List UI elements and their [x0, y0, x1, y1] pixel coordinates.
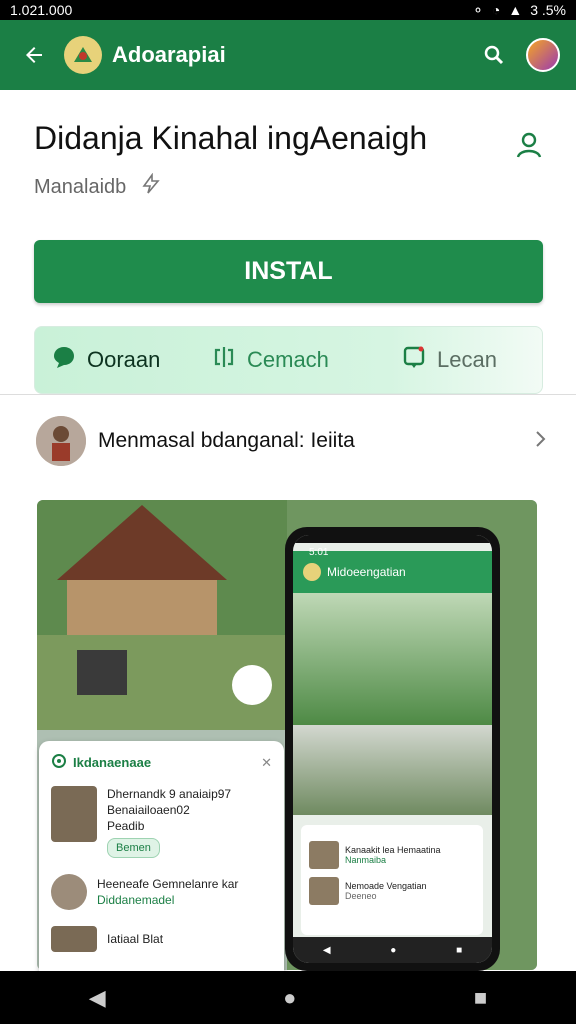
phone-frame-icon: [401, 344, 427, 376]
app-logo-icon: [64, 36, 102, 74]
phone-screen: 5:01 Midoeengatian Kanaakit lea Hemaatin…: [293, 535, 492, 963]
item-subtitle: Diddanemadel: [97, 893, 175, 907]
phone-back-icon: ◀: [322, 944, 331, 956]
developer-avatar: [36, 416, 86, 466]
list-item[interactable]: Heeneafe Gemnelanre kar Diddanemadel: [51, 874, 272, 910]
chevron-right-icon[interactable]: [530, 429, 550, 454]
thumbnail: [51, 926, 97, 952]
signal-icon: ▲: [508, 2, 523, 18]
chat-bubble-icon: [51, 344, 77, 376]
person-icon[interactable]: [512, 128, 546, 162]
phone-image: [293, 593, 492, 725]
item-title: Iatiaal Blat: [107, 932, 164, 946]
tab-lecan[interactable]: Lecan: [371, 344, 526, 376]
item-subtitle: Benaiailoaen02: [107, 803, 190, 817]
tab-label: Lecan: [437, 347, 497, 372]
nav-recents-icon[interactable]: ■: [474, 985, 487, 1011]
thumbnail: [309, 841, 339, 869]
phone-row-title: Kanaakit lea Hemaatina: [345, 845, 441, 855]
install-button[interactable]: INSTAL: [34, 240, 543, 303]
phone-row-sub: Deeneo: [345, 891, 377, 901]
developer-row[interactable]: Menmasal bdanganal: Ieiita: [36, 414, 550, 468]
bluetooth-icon: ⚬: [472, 1, 484, 18]
phone-image-2: [293, 725, 492, 815]
status-icons: ⚬ ◔ ▲ 3 .5%: [472, 2, 566, 19]
system-nav-bar: ◀ ● ■: [0, 971, 576, 1024]
tab-cemach[interactable]: Cemach: [191, 344, 371, 376]
phone-recents-icon: ■: [456, 944, 463, 956]
app-subtitle: Manalaidb: [34, 175, 127, 198]
app-subtitle-row: Manalaidb: [34, 172, 544, 201]
app-bar: Adoarapiai: [0, 20, 576, 90]
phone-time: 5:01: [309, 547, 329, 558]
phone-nav-bar: ◀ ● ■: [293, 937, 492, 963]
developer-name: Menmasal bdanganal: Ieiita: [98, 429, 355, 452]
phone-app-bar: 5:01 Midoeengatian: [293, 547, 492, 593]
nav-home-icon[interactable]: ●: [283, 985, 296, 1011]
tab-bar: Ooraan Cemach Lecan: [34, 326, 543, 394]
close-icon[interactable]: ✕: [261, 755, 272, 771]
avatar[interactable]: [526, 38, 560, 72]
phone-home-icon: ●: [390, 944, 397, 956]
card-header: Ikdanaenaae ✕: [51, 753, 272, 772]
tab-label: Ooraan: [87, 347, 161, 372]
thumbnail: [51, 786, 97, 842]
status-bar: 1.021.000 ⚬ ◔ ▲ 3 .5%: [0, 0, 576, 20]
thumbnail: [51, 874, 87, 910]
phone-row-title: Nemoade Vengatian: [345, 881, 427, 891]
phone-app-title: Midoeengatian: [327, 565, 406, 579]
search-icon[interactable]: [476, 37, 512, 73]
app-header: Didanja Kinahal ingAenaigh Manalaidb: [34, 120, 544, 201]
phone-row: Nemoade Vengatian Deeneo: [309, 877, 475, 905]
back-arrow-icon[interactable]: [16, 37, 52, 73]
app-bar-title: Adoarapiai: [112, 42, 226, 67]
item-title: Heeneafe Gemnelanre kar: [97, 877, 239, 891]
phone-card: Kanaakit lea Hemaatina Nanmaiba Nemoade …: [301, 825, 483, 935]
card-header-label: Ikdanaenaae: [73, 755, 152, 770]
wifi-icon: ◔: [491, 2, 501, 18]
list-item[interactable]: Dhernandk 9 anaiaip97 Benaiailoaen02 Pea…: [51, 786, 272, 858]
tab-ooraan[interactable]: Ooraan: [51, 344, 191, 376]
item-pill[interactable]: Bemen: [107, 838, 160, 858]
phone-notch: [293, 535, 492, 543]
lightning-icon: [140, 172, 162, 201]
phone-app-logo-icon: [303, 563, 321, 581]
list-item[interactable]: Iatiaal Blat: [51, 926, 272, 952]
tab-label: Cemach: [247, 347, 329, 372]
target-icon: [51, 753, 67, 772]
divider: [0, 394, 576, 395]
app-preview-card[interactable]: Ikdanaenaae ✕ Dhernandk 9 anaiaip97 Bena…: [39, 741, 284, 981]
app-name: Didanja Kinahal ingAenaigh: [34, 120, 428, 156]
item-title: Dhernandk 9 anaiaip97: [107, 787, 232, 801]
phone-row-sub: Nanmaiba: [345, 855, 387, 865]
battery-text: 3 .5%: [530, 2, 566, 18]
status-time: 1.021.000: [10, 2, 73, 18]
nav-back-icon[interactable]: ◀: [89, 985, 106, 1011]
code-bracket-icon: [211, 344, 237, 376]
item-meta: Peadib: [107, 819, 145, 833]
phone-row: Kanaakit lea Hemaatina Nanmaiba: [309, 841, 475, 869]
phone-mockup: 5:01 Midoeengatian Kanaakit lea Hemaatin…: [285, 527, 500, 971]
thumbnail: [309, 877, 339, 905]
